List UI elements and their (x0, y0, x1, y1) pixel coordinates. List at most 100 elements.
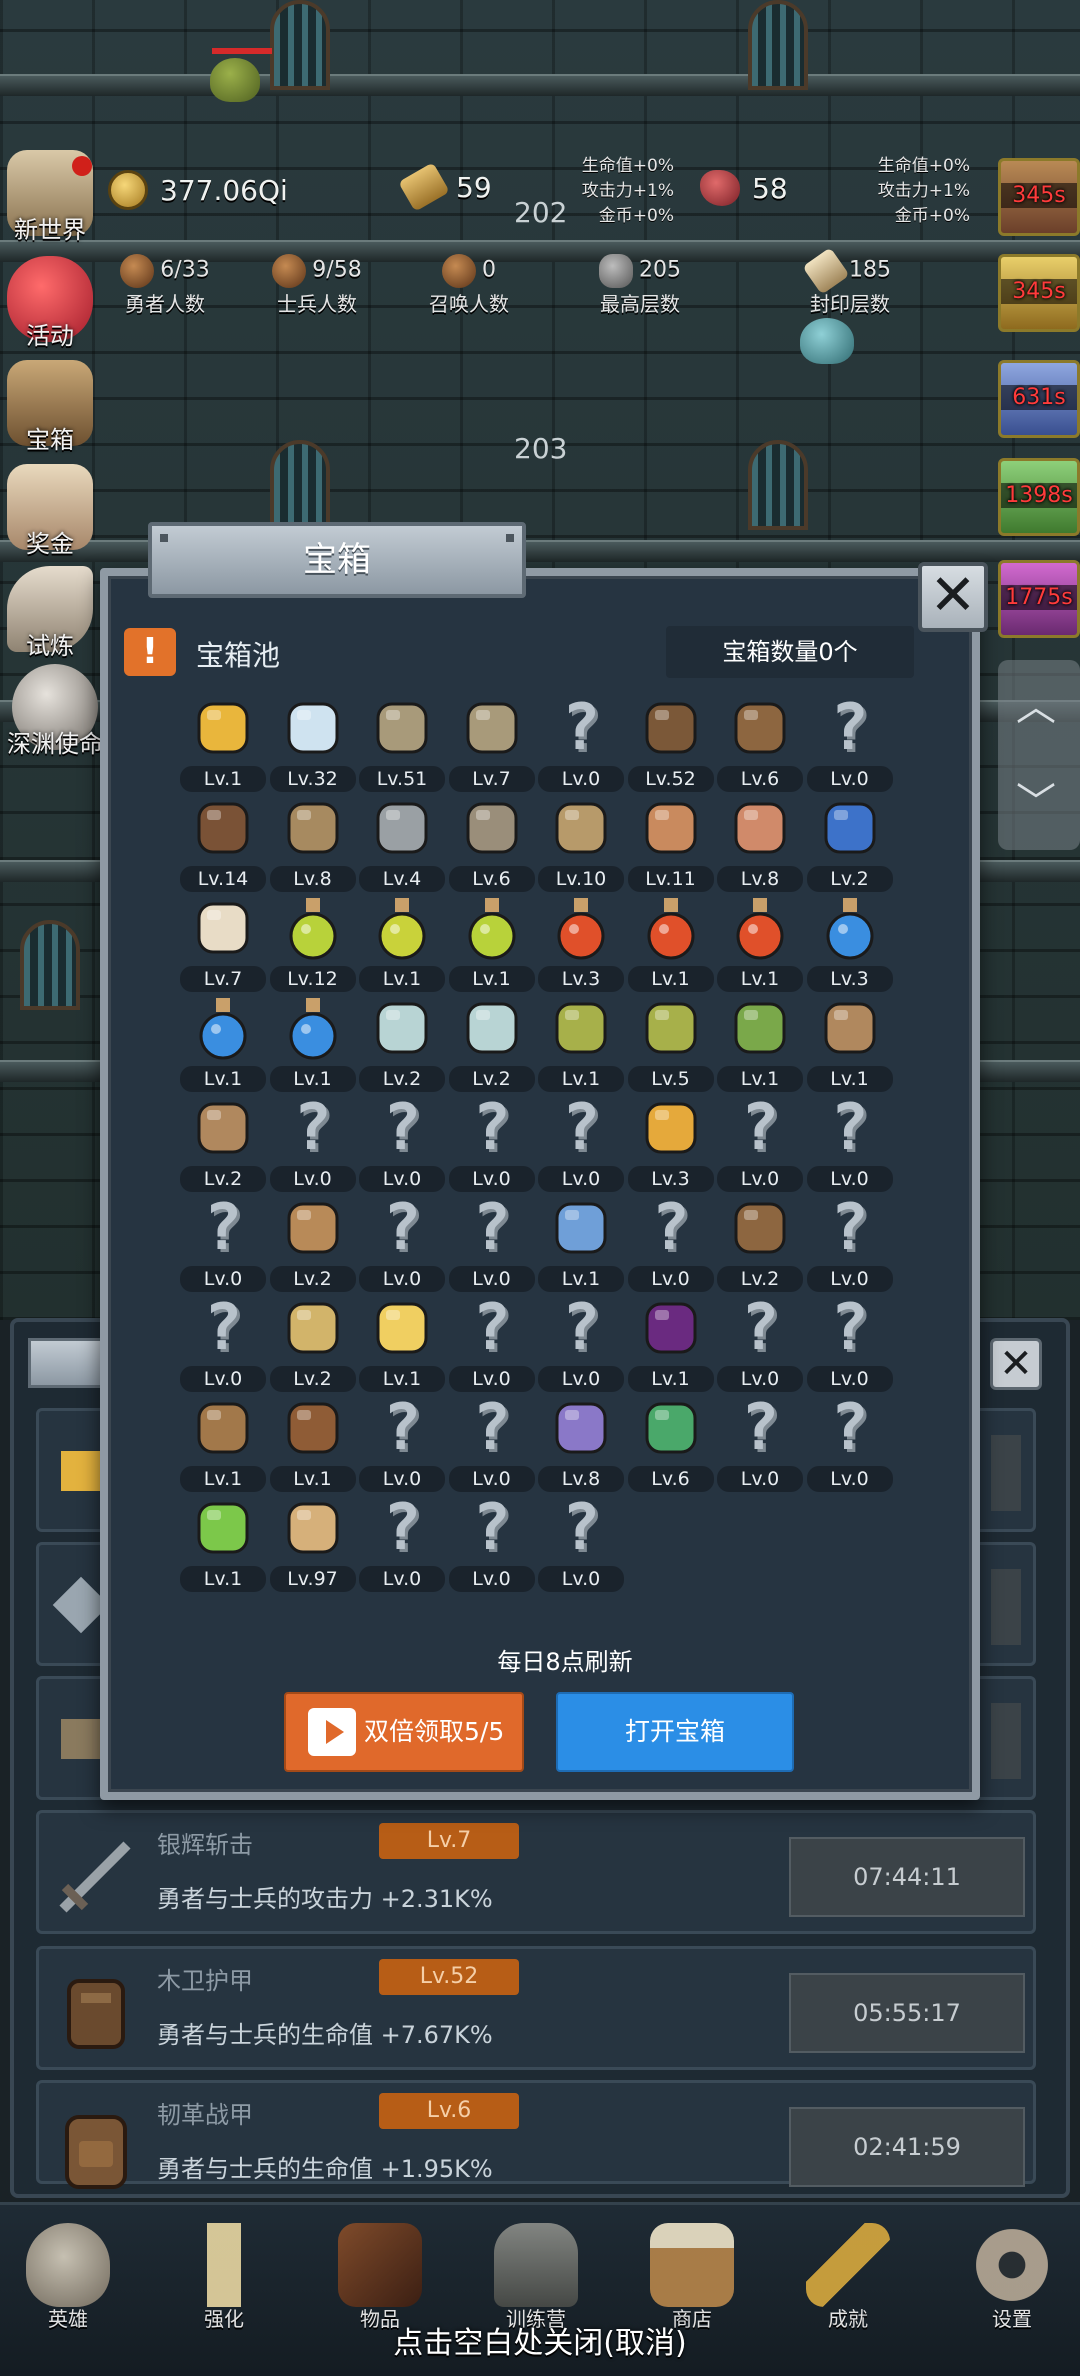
pool-item[interactable]: Lv.4 (359, 794, 445, 894)
list-item[interactable]: 韧革战甲 Lv.6 勇者与士兵的生命值 +1.95K% 02:41:59 (36, 2080, 1036, 2189)
pool-item[interactable]: ? Lv.0 (448, 1194, 535, 1294)
pool-item[interactable]: Lv.10 (538, 794, 624, 894)
pool-item[interactable]: Lv.7 (180, 894, 266, 994)
open-chest-button[interactable]: 打开宝箱 (556, 1692, 794, 1772)
pool-item[interactable]: ? Lv.0 (448, 1094, 535, 1194)
pool-item[interactable]: Lv.1 (269, 1394, 356, 1494)
pool-item[interactable]: Lv.1 (359, 894, 445, 994)
pool-item[interactable]: Lv.11 (627, 794, 714, 894)
pool-item[interactable]: Lv.2 (269, 1294, 356, 1394)
nav-upgrade[interactable]: 强化 (164, 2223, 284, 2332)
underlying-close-button[interactable]: ✕ (990, 1338, 1042, 1390)
chevron-up-icon[interactable]: ︿ (1016, 674, 1056, 732)
pool-item[interactable]: Lv.1 (448, 894, 535, 994)
pool-item[interactable]: Lv.1 (806, 994, 893, 1094)
timer-button[interactable]: 07:44:11 (789, 1837, 1025, 1917)
pool-item[interactable]: Lv.1 (538, 994, 624, 1094)
nav-settings[interactable]: 设置 (952, 2223, 1072, 2332)
chevron-down-icon[interactable]: ﹀ (1016, 770, 1056, 828)
nav-achievement[interactable]: 成就 (788, 2223, 908, 2332)
pool-item[interactable]: Lv.8 (269, 794, 356, 894)
pool-item[interactable]: Lv.8 (717, 794, 803, 894)
side-menu-trial[interactable]: 试炼 (0, 566, 100, 661)
pool-item[interactable]: Lv.1 (627, 894, 714, 994)
pool-item[interactable]: Lv.7 (448, 694, 535, 794)
pool-item[interactable]: ? Lv.0 (538, 694, 624, 794)
pool-item[interactable]: ? Lv.0 (806, 694, 893, 794)
pool-item[interactable]: Lv.1 (269, 994, 356, 1094)
timer-slot[interactable]: 345s (998, 254, 1080, 332)
pool-item[interactable]: ? Lv.0 (359, 1094, 445, 1194)
nav-shop[interactable]: 商店 (632, 2223, 752, 2332)
pool-item[interactable]: Lv.32 (269, 694, 356, 794)
pool-item[interactable]: ? Lv.0 (717, 1294, 803, 1394)
pool-item[interactable]: Lv.1 (180, 994, 266, 1094)
pool-item[interactable]: Lv.1 (717, 894, 803, 994)
nav-items[interactable]: 物品 (320, 2223, 440, 2332)
list-item[interactable]: 银辉斩击 Lv.7 勇者与士兵的攻击力 +2.31K% 07:44:11 (36, 1810, 1036, 1934)
timer-slot[interactable]: 631s (998, 360, 1080, 438)
side-menu-new-world[interactable]: 新世界 (0, 150, 100, 245)
pool-item[interactable]: Lv.8 (538, 1394, 624, 1494)
pool-item[interactable]: ? Lv.0 (359, 1194, 445, 1294)
pool-item[interactable]: Lv.2 (269, 1194, 356, 1294)
side-menu-event[interactable]: 活动 (0, 256, 100, 351)
pool-item[interactable]: Lv.3 (627, 1094, 714, 1194)
pool-item[interactable]: ? Lv.0 (180, 1294, 266, 1394)
close-hint[interactable]: 点击空白处关闭(取消) (0, 2318, 1080, 2362)
timer-button[interactable]: 02:41:59 (789, 2107, 1025, 2187)
side-menu-bonus[interactable]: 奖金 (0, 464, 100, 559)
pool-item[interactable]: Lv.1 (180, 694, 266, 794)
pool-item[interactable]: ? Lv.0 (448, 1394, 535, 1494)
pool-item[interactable]: Lv.6 (717, 694, 803, 794)
list-item[interactable]: 木卫护甲 Lv.52 勇者与士兵的生命值 +7.67K% 05:55:17 (36, 1946, 1036, 2070)
pool-item[interactable]: ? Lv.0 (806, 1394, 893, 1494)
pool-item[interactable]: ? Lv.0 (269, 1094, 356, 1194)
pool-item[interactable]: Lv.1 (538, 1194, 624, 1294)
pool-item[interactable]: Lv.1 (180, 1494, 266, 1594)
timer-slot[interactable]: 1775s (998, 560, 1080, 638)
pool-item[interactable]: Lv.1 (717, 994, 803, 1094)
pool-item[interactable]: Lv.51 (359, 694, 445, 794)
pool-item[interactable]: Lv.2 (806, 794, 893, 894)
timer-button[interactable]: 05:55:17 (789, 1973, 1025, 2053)
modal-close-button[interactable]: ✕ (918, 562, 988, 632)
pool-item[interactable]: Lv.3 (538, 894, 624, 994)
pool-item[interactable]: ? Lv.0 (806, 1194, 893, 1294)
nav-hero[interactable]: 英雄 (8, 2223, 128, 2332)
pool-item[interactable]: ? Lv.0 (448, 1294, 535, 1394)
pool-item[interactable]: Lv.2 (180, 1094, 266, 1194)
pool-item[interactable]: Lv.2 (359, 994, 445, 1094)
nav-training[interactable]: 训练营 (476, 2223, 596, 2332)
pool-item[interactable]: ? Lv.0 (806, 1094, 893, 1194)
pool-item[interactable]: Lv.12 (269, 894, 356, 994)
pool-item[interactable]: ? Lv.0 (359, 1494, 445, 1594)
pool-item[interactable]: Lv.1 (627, 1294, 714, 1394)
side-menu-abyss[interactable]: 深渊使命 (0, 664, 110, 759)
side-menu-chest[interactable]: 宝箱 (0, 360, 100, 455)
scroll-arrows[interactable]: ︿ ﹀ (998, 660, 1080, 850)
pool-item[interactable]: ? Lv.0 (538, 1294, 624, 1394)
double-claim-button[interactable]: 双倍领取5/5 (284, 1692, 524, 1772)
pool-item[interactable]: Lv.3 (806, 894, 893, 994)
pool-item[interactable]: Lv.14 (180, 794, 266, 894)
pool-item[interactable]: ? Lv.0 (717, 1094, 803, 1194)
timer-slot[interactable]: 1398s (998, 458, 1080, 536)
pool-item[interactable]: Lv.1 (180, 1394, 266, 1494)
pool-item[interactable]: ? Lv.0 (717, 1394, 803, 1494)
pool-item[interactable]: ? Lv.0 (448, 1494, 535, 1594)
pool-item[interactable]: ? Lv.0 (538, 1094, 624, 1194)
pool-item[interactable]: Lv.97 (269, 1494, 356, 1594)
pool-item[interactable]: Lv.52 (627, 694, 714, 794)
pool-item[interactable]: ? Lv.0 (180, 1194, 266, 1294)
timer-slot[interactable]: 345s (998, 158, 1080, 236)
pool-item[interactable]: ? Lv.0 (538, 1494, 624, 1594)
pool-item[interactable]: Lv.2 (717, 1194, 803, 1294)
pool-item[interactable]: Lv.2 (448, 994, 535, 1094)
pool-item[interactable]: ? Lv.0 (627, 1194, 714, 1294)
pool-item[interactable]: ? Lv.0 (806, 1294, 893, 1394)
pool-item[interactable]: Lv.1 (359, 1294, 445, 1394)
pool-item[interactable]: Lv.6 (448, 794, 535, 894)
pool-item[interactable]: Lv.6 (627, 1394, 714, 1494)
pool-item[interactable]: Lv.5 (627, 994, 714, 1094)
